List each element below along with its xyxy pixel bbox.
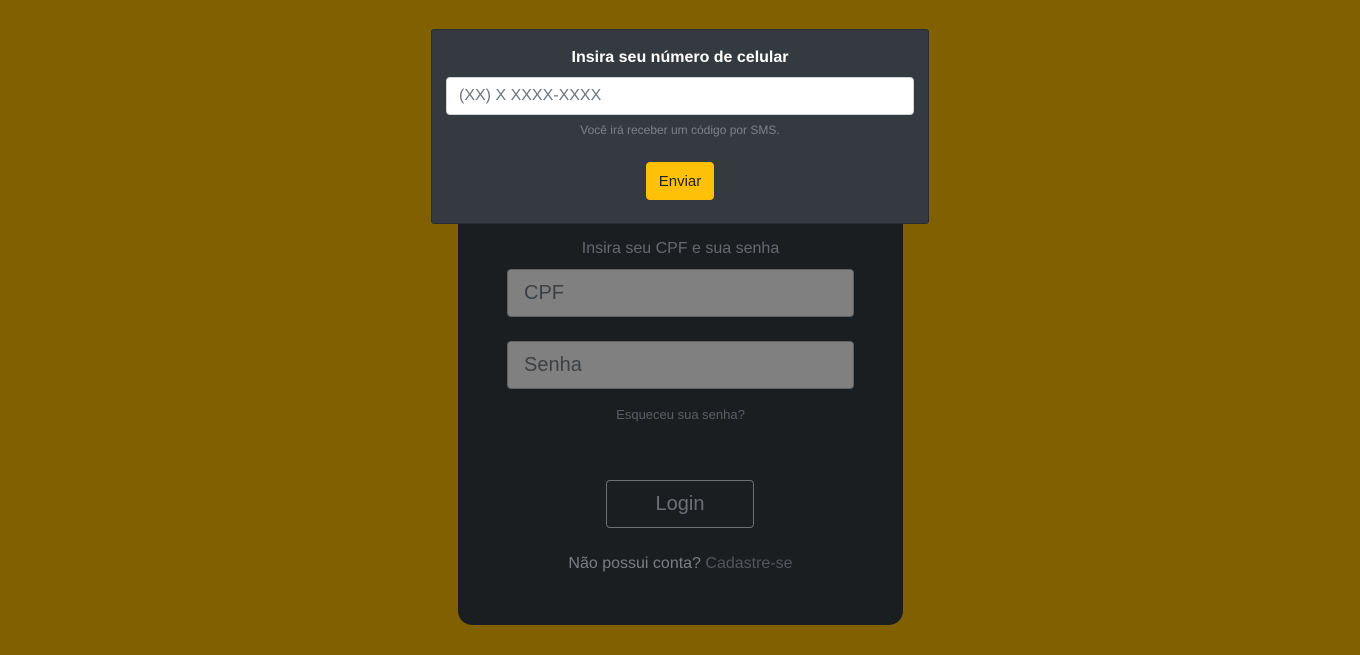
no-account-text: Não possui conta? <box>568 555 706 572</box>
signup-row: Não possui conta? Cadastre-se <box>458 555 903 573</box>
phone-input[interactable] <box>446 77 914 115</box>
send-button[interactable]: Enviar <box>646 162 714 200</box>
cpf-input[interactable] <box>507 269 854 317</box>
login-instructions: Insira seu CPF e sua senha <box>581 240 780 257</box>
signup-link[interactable]: Cadastre-se <box>705 555 792 572</box>
modal-title: Insira seu número de celular <box>571 49 789 66</box>
phone-modal: Insira seu número de celular Você irá re… <box>431 29 929 224</box>
login-button[interactable]: Login <box>606 480 754 528</box>
password-input[interactable] <box>507 341 854 389</box>
forgot-password-link[interactable]: Esqueceu sua senha? <box>458 407 903 422</box>
sms-helper-text: Você irá receber um código por SMS. <box>580 123 780 137</box>
